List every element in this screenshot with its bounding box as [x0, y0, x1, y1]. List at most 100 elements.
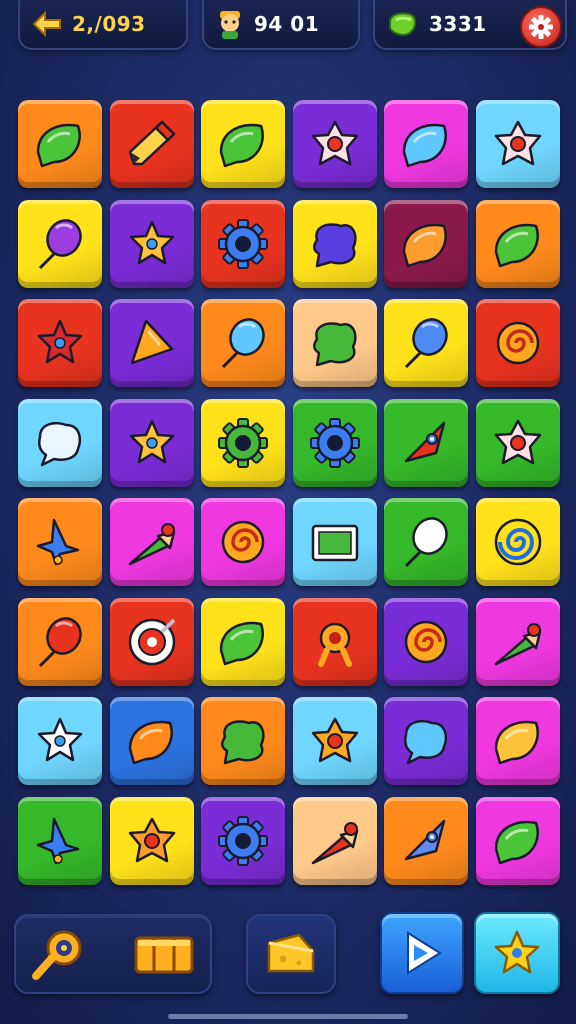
tile-flower[interactable]: [476, 398, 560, 487]
gear-icon: [213, 413, 273, 473]
tile-bubble[interactable]: [384, 697, 469, 785]
tile-pencil[interactable]: [109, 100, 194, 188]
tile-leaf[interactable]: [476, 697, 560, 785]
settings-button[interactable]: [520, 6, 562, 48]
level-value: 94 01: [254, 12, 320, 36]
tile-triangle[interactable]: [109, 299, 194, 387]
treasure-chest-icon[interactable]: [134, 934, 194, 974]
rocket-icon: [396, 811, 456, 871]
tile-cone[interactable]: [476, 597, 560, 686]
tile-flower[interactable]: [292, 100, 377, 188]
leaf-icon: [396, 214, 456, 274]
flower-icon: [305, 711, 365, 771]
leaf-icon: [488, 214, 548, 274]
gear-icon: [305, 413, 365, 473]
tile-star[interactable]: [18, 697, 102, 785]
flower-icon: [122, 811, 182, 871]
tile-flower[interactable]: [292, 697, 377, 785]
gear-icon: [213, 811, 273, 871]
tile-leaf[interactable]: [384, 100, 469, 188]
tile-leaf[interactable]: [18, 100, 102, 188]
star-icon: [492, 928, 542, 978]
tile-arrow[interactable]: [18, 498, 102, 586]
target-icon: [122, 612, 182, 672]
home-indicator: [168, 1014, 408, 1019]
flower-icon: [488, 413, 548, 473]
tile-frame[interactable]: [292, 498, 377, 586]
tile-balloon[interactable]: [201, 299, 286, 387]
tile-leaf[interactable]: [201, 100, 286, 188]
arrow-icon: [30, 811, 90, 871]
tile-balloon[interactable]: [18, 597, 102, 686]
tile-bubble[interactable]: [18, 398, 102, 487]
tile-target[interactable]: [109, 597, 194, 686]
tile-leaf[interactable]: [109, 697, 194, 785]
swirl-icon: [213, 512, 273, 572]
gems-value: 3331: [429, 12, 487, 36]
cone-icon: [122, 512, 182, 572]
cone-icon: [305, 811, 365, 871]
tile-blob[interactable]: [292, 299, 377, 387]
leaf-icon: [122, 711, 182, 771]
player-level-counter[interactable]: 94 01: [202, 0, 360, 50]
tile-star[interactable]: [109, 199, 194, 288]
arrow-icon: [30, 512, 90, 572]
balloon-icon: [30, 214, 90, 274]
tile-blob[interactable]: [292, 199, 377, 288]
tile-star[interactable]: [18, 299, 102, 387]
tile-cone[interactable]: [109, 498, 194, 586]
cone-icon: [488, 612, 548, 672]
tile-balloon[interactable]: [384, 498, 469, 586]
tile-balloon[interactable]: [18, 199, 102, 288]
tile-leaf[interactable]: [384, 199, 469, 288]
gear-icon: [213, 214, 273, 274]
tile-gear[interactable]: [292, 398, 377, 487]
knot-icon: [305, 612, 365, 672]
booster-panel: [14, 914, 212, 994]
spiral-icon: [488, 512, 548, 572]
leaf-icon: [396, 114, 456, 174]
bubble-icon: [396, 711, 456, 771]
tile-arrow[interactable]: [18, 796, 102, 885]
tile-swirl[interactable]: [384, 597, 469, 686]
leaf-icon: [213, 612, 273, 672]
flower-icon: [488, 114, 548, 174]
magnifier-icon[interactable]: [30, 928, 86, 982]
tile-knot[interactable]: [292, 597, 377, 686]
swirl-icon: [488, 313, 548, 373]
tile-flower[interactable]: [109, 796, 194, 885]
play-icon: [398, 929, 446, 977]
tile-gear[interactable]: [201, 199, 286, 288]
back-arrow-icon[interactable]: [32, 11, 62, 37]
tile-flower[interactable]: [476, 100, 560, 188]
star-booster-button[interactable]: [474, 912, 560, 994]
star-icon: [122, 413, 182, 473]
tile-balloon[interactable]: [384, 299, 469, 387]
play-button[interactable]: [380, 912, 464, 994]
tile-star[interactable]: [109, 398, 194, 487]
cheese-icon: [265, 931, 317, 977]
balloon-icon: [30, 612, 90, 672]
tile-leaf[interactable]: [201, 597, 286, 686]
tile-swirl[interactable]: [476, 299, 560, 387]
tile-gear[interactable]: [201, 398, 286, 487]
triangle-icon: [122, 313, 182, 373]
leaf-icon: [213, 114, 273, 174]
balloon-icon: [213, 313, 273, 373]
tile-rocket[interactable]: [384, 398, 469, 487]
tile-spiral[interactable]: [476, 498, 560, 586]
star-icon: [30, 313, 90, 373]
tile-gear[interactable]: [201, 796, 286, 885]
tile-blob[interactable]: [201, 697, 286, 785]
cheese-booster-button[interactable]: [246, 914, 336, 994]
coins-counter[interactable]: 2,/093: [18, 0, 188, 50]
tile-leaf[interactable]: [476, 199, 560, 288]
pencil-icon: [122, 114, 182, 174]
tile-leaf[interactable]: [476, 796, 560, 885]
star-icon: [30, 711, 90, 771]
green-gem-icon: [387, 10, 419, 38]
tile-cone[interactable]: [292, 796, 377, 885]
tile-rocket[interactable]: [384, 796, 469, 885]
balloon-icon: [396, 313, 456, 373]
tile-swirl[interactable]: [201, 498, 286, 586]
